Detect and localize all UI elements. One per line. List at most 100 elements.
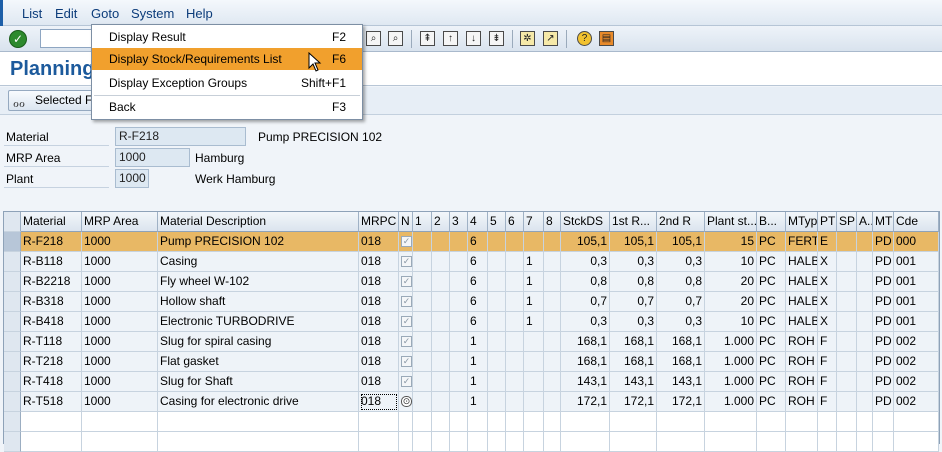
- column-header[interactable]: MRPC: [359, 212, 399, 232]
- table-cell[interactable]: 0,8: [610, 272, 657, 292]
- table-cell[interactable]: PD: [873, 232, 894, 252]
- empty-cell[interactable]: [399, 412, 413, 432]
- table-cell[interactable]: 1: [524, 292, 544, 312]
- column-header[interactable]: Material: [21, 212, 82, 232]
- table-cell[interactable]: PC: [757, 272, 786, 292]
- table-cell[interactable]: [506, 372, 524, 392]
- table-cell[interactable]: 1: [524, 252, 544, 272]
- table-cell[interactable]: 0,3: [610, 312, 657, 332]
- table-cell[interactable]: [413, 312, 432, 332]
- table-cell[interactable]: [544, 232, 561, 252]
- table-cell[interactable]: 001: [894, 252, 939, 272]
- table-cell[interactable]: 018: [359, 232, 399, 252]
- column-header[interactable]: 1st R...: [610, 212, 657, 232]
- column-header[interactable]: Material Description: [158, 212, 359, 232]
- table-cell[interactable]: F: [818, 392, 837, 412]
- table-cell[interactable]: 6: [468, 232, 488, 252]
- table-cell[interactable]: Hollow shaft: [158, 292, 359, 312]
- table-cell[interactable]: PC: [757, 352, 786, 372]
- empty-cell[interactable]: [432, 412, 450, 432]
- table-cell[interactable]: [837, 292, 857, 312]
- table-cell[interactable]: F: [818, 372, 837, 392]
- table-cell[interactable]: R-B118: [21, 252, 82, 272]
- empty-cell[interactable]: [757, 412, 786, 432]
- column-header[interactable]: 3: [450, 212, 468, 232]
- column-header[interactable]: 2: [432, 212, 450, 232]
- table-cell[interactable]: ROH: [786, 392, 818, 412]
- table-cell[interactable]: 1000: [82, 272, 158, 292]
- table-cell[interactable]: 105,1: [610, 232, 657, 252]
- table-cell[interactable]: [432, 232, 450, 252]
- column-header[interactable]: PT: [818, 212, 837, 232]
- table-cell[interactable]: [450, 352, 468, 372]
- empty-cell[interactable]: [413, 432, 432, 452]
- table-cell[interactable]: [544, 252, 561, 272]
- empty-cell[interactable]: [705, 432, 757, 452]
- table-cell[interactable]: R-T118: [21, 332, 82, 352]
- empty-cell[interactable]: [413, 412, 432, 432]
- table-cell[interactable]: PD: [873, 392, 894, 412]
- table-cell[interactable]: R-T518: [21, 392, 82, 412]
- table-cell[interactable]: 0,7: [561, 292, 610, 312]
- empty-cell[interactable]: [82, 432, 158, 452]
- table-cell[interactable]: [857, 252, 873, 272]
- first-page-icon[interactable]: ⇞: [420, 31, 435, 46]
- table-cell[interactable]: [488, 372, 506, 392]
- help-icon[interactable]: ?: [577, 31, 592, 46]
- empty-cell[interactable]: [561, 432, 610, 452]
- table-cell[interactable]: 143,1: [610, 372, 657, 392]
- table-cell[interactable]: 1000: [82, 392, 158, 412]
- table-cell[interactable]: 168,1: [657, 352, 705, 372]
- table-cell[interactable]: R-B2218: [21, 272, 82, 292]
- empty-cell[interactable]: [432, 432, 450, 452]
- column-header[interactable]: StckDS: [561, 212, 610, 232]
- empty-cell[interactable]: [450, 432, 468, 452]
- table-cell[interactable]: PC: [757, 392, 786, 412]
- select-all-corner[interactable]: [4, 212, 21, 232]
- table-cell[interactable]: F: [818, 352, 837, 372]
- table-cell[interactable]: [450, 292, 468, 312]
- table-cell[interactable]: [837, 252, 857, 272]
- column-header[interactable]: B...: [757, 212, 786, 232]
- table-cell[interactable]: [432, 332, 450, 352]
- last-page-icon[interactable]: ⇟: [489, 31, 504, 46]
- table-cell[interactable]: [432, 252, 450, 272]
- column-header[interactable]: Plant st...: [705, 212, 757, 232]
- table-cell[interactable]: [488, 312, 506, 332]
- table-cell[interactable]: 172,1: [610, 392, 657, 412]
- column-header[interactable]: SP: [837, 212, 857, 232]
- table-cell[interactable]: Casing for electronic drive: [158, 392, 359, 412]
- column-header[interactable]: 6: [506, 212, 524, 232]
- table-cell[interactable]: [506, 312, 524, 332]
- empty-cell[interactable]: [506, 412, 524, 432]
- empty-cell[interactable]: [857, 432, 873, 452]
- empty-cell[interactable]: [359, 432, 399, 452]
- empty-cell[interactable]: [21, 412, 82, 432]
- column-header[interactable]: Cde: [894, 212, 939, 232]
- table-cell[interactable]: PD: [873, 252, 894, 272]
- table-cell[interactable]: [857, 332, 873, 352]
- table-cell[interactable]: 001: [894, 312, 939, 332]
- table-cell[interactable]: 002: [894, 332, 939, 352]
- table-cell[interactable]: 1.000: [705, 392, 757, 412]
- table-cell[interactable]: [450, 332, 468, 352]
- table-cell[interactable]: [432, 372, 450, 392]
- row-selector[interactable]: [4, 292, 21, 312]
- table-cell[interactable]: PC: [757, 372, 786, 392]
- table-cell[interactable]: [450, 252, 468, 272]
- table-cell[interactable]: PD: [873, 292, 894, 312]
- row-selector[interactable]: [4, 252, 21, 272]
- table-cell[interactable]: ✓: [399, 232, 413, 252]
- table-cell[interactable]: 1: [468, 332, 488, 352]
- find-next-icon[interactable]: ⌕: [388, 31, 403, 46]
- empty-cell[interactable]: [158, 432, 359, 452]
- table-cell[interactable]: ✓: [399, 352, 413, 372]
- table-cell[interactable]: Slug for Shaft: [158, 372, 359, 392]
- column-header[interactable]: MTyp: [786, 212, 818, 232]
- table-cell[interactable]: [506, 292, 524, 312]
- table-cell[interactable]: 1000: [82, 372, 158, 392]
- table-cell[interactable]: PD: [873, 332, 894, 352]
- table-cell[interactable]: 0,3: [610, 252, 657, 272]
- table-cell[interactable]: 143,1: [561, 372, 610, 392]
- empty-cell[interactable]: [610, 412, 657, 432]
